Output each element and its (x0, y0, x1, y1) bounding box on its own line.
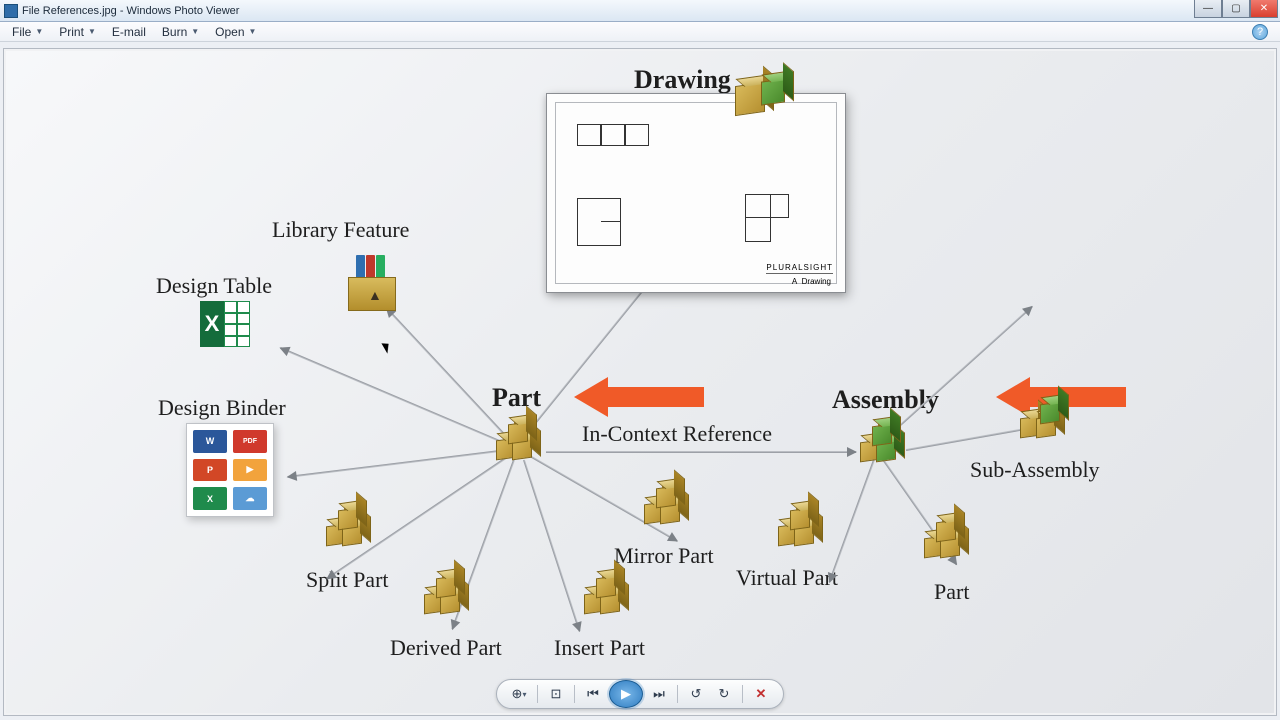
arrow-to-virtual (829, 460, 875, 583)
menu-print-label: Print (59, 25, 84, 39)
fit-icon: ⊡ (551, 686, 562, 702)
ppt-icon: P (193, 459, 227, 482)
arrow-to-subasm (906, 426, 1034, 451)
label-sub-assembly: Sub-Assembly (970, 457, 1100, 483)
rotate-cw-icon: ↻ (719, 686, 730, 702)
zoom-button[interactable]: ⊕▾ (507, 683, 531, 705)
delete-button[interactable]: ✕ (749, 683, 773, 705)
prev-icon: ⏮ (587, 686, 599, 702)
slideshow-button[interactable]: ▶ (609, 680, 643, 708)
block-insert (584, 573, 630, 613)
block-derived (424, 573, 470, 613)
block-part (496, 419, 542, 459)
window-controls: — ▢ ✕ (1194, 0, 1278, 18)
menu-file[interactable]: File ▼ (12, 25, 43, 39)
delete-icon: ✕ (756, 686, 767, 702)
play-icon: ▶ (621, 686, 631, 702)
video-icon: ▶ (233, 459, 267, 482)
titlebar: File References.jpg - Windows Photo View… (0, 0, 1280, 22)
big-arrow-part (574, 377, 704, 417)
label-insert-part: Insert Part (554, 635, 645, 661)
minimize-button[interactable]: — (1194, 0, 1222, 18)
excel-icon: X (200, 301, 250, 347)
zoom-icon: ⊕ (512, 686, 523, 702)
window-title: File References.jpg - Windows Photo View… (22, 5, 239, 17)
menu-file-label: File (12, 25, 31, 39)
library-box-icon: ▲ (344, 255, 400, 311)
rotate-cw-button[interactable]: ↻ (712, 683, 736, 705)
menu-burn-label: Burn (162, 25, 187, 39)
label-part: Part (492, 383, 541, 413)
block-sub-assembly (1020, 397, 1066, 437)
fit-button[interactable]: ⊡ (544, 683, 568, 705)
label-drawing: Drawing (634, 65, 731, 95)
image-canvas: Drawing Library Feature Design Table Des… (6, 51, 1274, 713)
label-design-binder: Design Binder (158, 395, 286, 421)
dropdown-icon: ▼ (191, 27, 199, 36)
word-icon: W (193, 430, 227, 453)
help-button[interactable]: ? (1252, 24, 1268, 40)
label-part2: Part (934, 579, 969, 605)
arrow-to-design-table (280, 347, 516, 449)
pdf-icon: PDF (233, 430, 267, 453)
label-assembly: Assembly (832, 385, 939, 415)
help-icon: ? (1257, 26, 1263, 38)
cloud-icon: ☁ (233, 487, 267, 510)
design-binder-panel: W PDF P ▶ X ☁ (186, 423, 274, 517)
dropdown-icon: ▼ (35, 27, 43, 36)
drawing-caption: A Drawing (792, 277, 831, 286)
next-icon: ⏭ (653, 686, 665, 702)
separator (742, 685, 743, 703)
menu-print[interactable]: Print ▼ (59, 25, 96, 39)
label-derived-part: Derived Part (390, 635, 502, 661)
maximize-button[interactable]: ▢ (1222, 0, 1250, 18)
block-virtual (778, 505, 824, 545)
label-mirror-part: Mirror Part (614, 543, 714, 569)
menu-open[interactable]: Open ▼ (215, 25, 256, 39)
block-part2 (924, 517, 970, 557)
menu-burn[interactable]: Burn ▼ (162, 25, 199, 39)
rotate-ccw-icon: ↺ (691, 686, 702, 702)
menu-email-label: E-mail (112, 25, 146, 39)
label-library-feature: Library Feature (272, 217, 409, 243)
close-button[interactable]: ✕ (1250, 0, 1278, 18)
rotate-ccw-button[interactable]: ↺ (684, 683, 708, 705)
block-mirror (644, 483, 690, 523)
xls-icon: X (193, 487, 227, 510)
mouse-cursor (381, 340, 392, 353)
separator (677, 685, 678, 703)
block-split (326, 505, 372, 545)
prev-button[interactable]: ⏮ (581, 683, 605, 705)
app-icon (4, 4, 18, 18)
viewer-area: Drawing Library Feature Design Table Des… (3, 48, 1277, 716)
block-assembly (860, 421, 906, 461)
drawing-panel: PLURALSIGHT A Drawing (546, 93, 846, 293)
label-in-context: In-Context Reference (582, 421, 772, 447)
menu-email[interactable]: E-mail (112, 25, 146, 39)
dropdown-icon: ▼ (88, 27, 96, 36)
drawing-brand: PLURALSIGHT (766, 263, 833, 274)
arrow-to-insert (523, 460, 581, 632)
label-design-table: Design Table (156, 273, 272, 299)
separator (574, 685, 575, 703)
next-button[interactable]: ⏭ (647, 683, 671, 705)
dropdown-icon: ▼ (249, 27, 257, 36)
arrow-part-assembly (546, 451, 856, 453)
arrow-to-binder (288, 449, 509, 478)
label-split-part: Split Part (306, 567, 389, 593)
menubar: File ▼ Print ▼ E-mail Burn ▼ Open ▼ ? (0, 22, 1280, 42)
viewer-toolbar: ⊕▾ ⊡ ⏮ ▶ ⏭ ↺ ↻ ✕ (496, 679, 784, 709)
label-virtual-part: Virtual Part (736, 565, 838, 591)
dropdown-icon: ▾ (522, 690, 526, 699)
menu-open-label: Open (215, 25, 244, 39)
separator (537, 685, 538, 703)
